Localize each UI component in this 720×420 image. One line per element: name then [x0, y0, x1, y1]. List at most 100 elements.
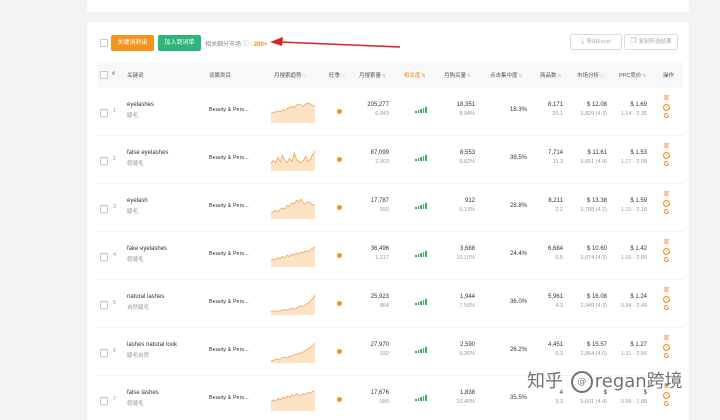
col-trend-label: 月搜索趋势 [274, 73, 302, 79]
row-checkbox[interactable] [100, 397, 108, 405]
trend-sparkline[interactable] [271, 293, 315, 315]
bar-chart-icon[interactable]: ▥ [664, 335, 670, 342]
google-icon[interactable]: G [664, 401, 669, 408]
bar-chart-icon[interactable]: ▥ [664, 191, 670, 198]
watermark-suffix: regan跨境 [594, 371, 683, 392]
row-actions: ▥ − G [663, 335, 670, 360]
table-row[interactable]: 5 natural lashes 自然睫毛 Beauty & Pers... 2… [97, 280, 683, 328]
trend-sparkline[interactable] [271, 101, 315, 123]
keyword-translation: 假睫毛 [127, 401, 144, 407]
relevance-bar [420, 301, 422, 305]
purchase-rate: 9.82% [459, 159, 475, 165]
col-products[interactable]: 商品数⇅ [540, 71, 561, 79]
col-category[interactable]: 词属类目 [209, 71, 231, 79]
category-text: Beauty & Pers... [209, 155, 249, 161]
table-row[interactable]: 3 eyelash 睫毛 Beauty & Pers... 17,787 593… [97, 184, 683, 232]
row-checkbox[interactable] [100, 157, 108, 165]
row-checkbox[interactable] [100, 205, 108, 213]
download-icon: ⤓ [581, 38, 585, 45]
relevance-bar [420, 349, 422, 353]
row-checkbox[interactable] [100, 109, 108, 117]
trend-sparkline[interactable] [271, 341, 315, 363]
keyword-text[interactable]: natural lashes [127, 294, 164, 300]
trend-area [271, 295, 315, 315]
col-relevance[interactable]: 相关度⇅ [404, 71, 425, 79]
product-count: 8,171 [547, 102, 563, 108]
product-count: 7,714 [547, 150, 563, 156]
product-ratio: 3.3 [555, 399, 563, 405]
keyword-text[interactable]: lashes natural look [127, 342, 177, 348]
ppc-range: 0.99 - 1.88 [620, 399, 647, 405]
search-volume-daily: 1,217 [375, 255, 389, 261]
bar-chart-icon[interactable]: ▥ [664, 239, 670, 246]
col-market[interactable]: 市场分析ⓘ [577, 71, 605, 79]
keyword-text[interactable]: fake eyelashes [127, 246, 167, 252]
minus-circle-icon[interactable]: − [663, 392, 670, 399]
copy-selected-button[interactable]: ❐ 复制所选结果 [624, 34, 678, 50]
trend-sparkline[interactable] [271, 245, 315, 267]
season-dot [337, 301, 342, 306]
search-volume-daily: 932 [379, 351, 389, 357]
select-all-checkbox[interactable] [100, 39, 108, 47]
row-checkbox[interactable] [100, 301, 108, 309]
minus-circle-icon[interactable]: − [663, 296, 670, 303]
table-header: # 关键词 词属类目 月搜索趋势ⓘ 旺季ⓘ 月搜索量⇅ 相关度⇅ 月购买量⇅ 点… [97, 62, 683, 88]
keyword-text[interactable]: eyelash [127, 198, 148, 204]
bar-chart-icon[interactable]: ▥ [664, 287, 670, 294]
keyword-text[interactable]: false lashes [127, 390, 159, 396]
bar-chart-icon[interactable]: ▥ [664, 143, 670, 150]
season-dot [337, 397, 342, 402]
keyword-text[interactable]: eyelashes [127, 102, 154, 108]
trend-sparkline[interactable] [271, 389, 315, 411]
table-row[interactable]: 1 eyelashes 睫毛 Beauty & Pers... 205,277 … [97, 88, 683, 136]
col-search-volume-label: 月搜索量 [359, 73, 382, 79]
col-purchase[interactable]: 月购买量⇅ [444, 71, 471, 79]
google-icon[interactable]: G [664, 257, 669, 264]
minus-circle-icon[interactable]: − [663, 104, 670, 111]
add-to-list-button[interactable]: 加入到词单 [158, 35, 201, 51]
keyword-text[interactable]: false eyelashes [127, 150, 168, 156]
export-excel-button[interactable]: ⤓ 导出Excel [570, 34, 622, 50]
season-dot [337, 205, 342, 210]
row-checkbox[interactable] [100, 253, 108, 261]
row-checkbox[interactable] [100, 349, 108, 357]
ppc-range: 1.10 - 3.18 [620, 207, 647, 213]
google-icon[interactable]: G [664, 305, 669, 312]
header-checkbox[interactable] [100, 71, 108, 79]
relevance-bar [420, 397, 422, 401]
copy-icon: ❐ [630, 38, 637, 45]
col-keyword[interactable]: 关键词 [127, 71, 144, 79]
market-reviews: 3,829 (4.3) [580, 111, 607, 117]
col-season[interactable]: 旺季ⓘ [329, 71, 346, 79]
market-reviews: 2,864 (4.6) [580, 351, 607, 357]
info-icon[interactable]: ⓘ [243, 42, 249, 48]
trend-sparkline[interactable] [271, 197, 315, 219]
search-volume: 36,496 [370, 246, 389, 252]
google-icon[interactable]: G [664, 353, 669, 360]
col-click-share[interactable]: 点击集中度⇅ [490, 71, 522, 79]
search-volume-daily: 864 [379, 303, 389, 309]
table-row[interactable]: 4 fake eyelashes 假睫毛 Beauty & Pers... 36… [97, 232, 683, 280]
col-ppc[interactable]: PPC竞价⇅ [619, 71, 646, 79]
product-count: 6,684 [547, 246, 563, 252]
search-volume: 17,787 [370, 198, 389, 204]
market-price: $ 12.08 [586, 102, 607, 108]
minus-circle-icon[interactable]: − [663, 200, 670, 207]
relevance-bar [417, 302, 419, 305]
product-count: 5,961 [547, 294, 563, 300]
google-icon[interactable]: G [664, 209, 669, 216]
row-actions: ▥ − G [663, 287, 670, 312]
google-icon[interactable]: G [664, 161, 669, 168]
minus-circle-icon[interactable]: − [663, 152, 670, 159]
minus-circle-icon[interactable]: − [663, 248, 670, 255]
bar-chart-icon[interactable]: ▥ [664, 95, 670, 102]
col-search-volume[interactable]: 月搜索量⇅ [359, 71, 386, 79]
col-trend[interactable]: 月搜索趋势ⓘ [274, 71, 307, 79]
google-icon[interactable]: G [664, 113, 669, 120]
info-icon: ⓘ [302, 73, 308, 78]
trend-sparkline[interactable] [271, 149, 315, 171]
product-count: 8,211 [548, 198, 563, 204]
keyword-export-button[interactable]: 关键词转出 [111, 35, 154, 51]
table-row[interactable]: 2 false eyelashes 假睫毛 Beauty & Pers... 8… [97, 136, 683, 184]
minus-circle-icon[interactable]: − [663, 344, 670, 351]
